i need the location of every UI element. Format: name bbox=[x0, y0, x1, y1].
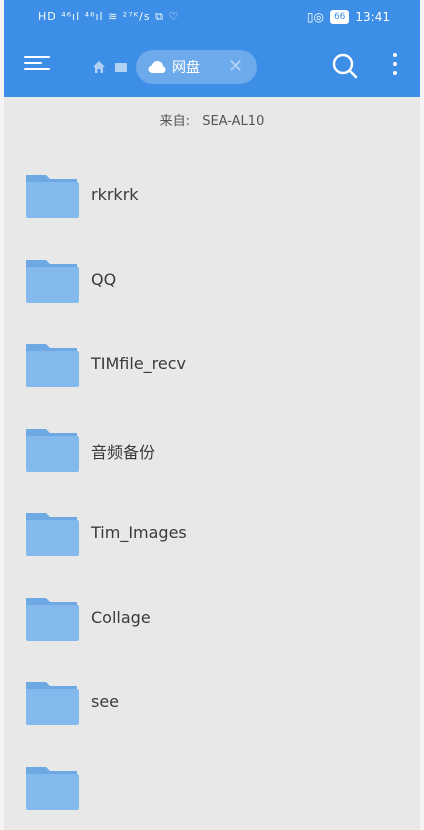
search-icon[interactable] bbox=[330, 51, 360, 81]
breadcrumb: 网盘 ✕ bbox=[92, 50, 258, 84]
folder-name: TIMfile_recv bbox=[91, 354, 186, 373]
folder-name: QQ bbox=[91, 269, 117, 289]
list-item[interactable]: QQ bbox=[4, 235, 420, 320]
list-item[interactable]: see bbox=[4, 657, 420, 742]
list-item[interactable]: Tim_Images bbox=[4, 488, 420, 573]
app-frame: HD ⁴⁶ıl ⁴⁶ıl ≋ ²⁷ᴷ/s ⧉ ♡ ▯◎ 66 13:41 网盘 … bbox=[4, 0, 420, 830]
folder-icon bbox=[26, 597, 79, 641]
folder-name: Tim_Images bbox=[91, 523, 187, 542]
list-item[interactable] bbox=[4, 742, 420, 827]
folder-icon bbox=[26, 175, 79, 218]
folder-icon bbox=[26, 259, 79, 303]
close-icon[interactable]: ✕ bbox=[228, 58, 243, 76]
status-right: ▯◎ 66 13:41 bbox=[307, 10, 390, 24]
source-device: SEA-AL10 bbox=[202, 114, 265, 129]
storage-icon[interactable] bbox=[114, 60, 128, 74]
folder-icon bbox=[26, 513, 79, 556]
folder-name: see bbox=[91, 692, 120, 711]
more-options-icon[interactable] bbox=[388, 50, 402, 80]
list-item[interactable]: rkrkrk bbox=[4, 150, 420, 235]
status-time: 13:41 bbox=[355, 10, 390, 24]
toolbar: 网盘 ✕ bbox=[4, 36, 420, 97]
list-item[interactable]: TIMfile_recv bbox=[4, 319, 420, 404]
folder-name: 音频备份 bbox=[91, 442, 156, 462]
folder-list: rkrkrk QQ TIMfile_recv 音频备份 Tim_Images C… bbox=[4, 150, 420, 826]
folder-name: rkrkrk bbox=[91, 185, 139, 204]
status-indicators: HD ⁴⁶ıl ⁴⁶ıl ≋ ²⁷ᴷ/s ⧉ ♡ bbox=[38, 10, 180, 23]
folder-icon bbox=[26, 428, 79, 472]
list-item[interactable]: Collage bbox=[4, 573, 420, 658]
source-info: 来自: SEA-AL10 bbox=[4, 110, 420, 129]
list-item[interactable]: 音频备份 bbox=[4, 404, 420, 489]
source-label: 来自: bbox=[159, 114, 191, 129]
breadcrumb-label: 网盘 bbox=[172, 60, 200, 76]
home-icon[interactable] bbox=[92, 60, 106, 74]
breadcrumb-cloud-tab[interactable]: 网盘 ✕ bbox=[136, 50, 258, 84]
battery-icon: 66 bbox=[329, 10, 350, 24]
folder-icon bbox=[26, 682, 79, 725]
menu-icon[interactable] bbox=[24, 52, 50, 76]
vibrate-icon: ▯◎ bbox=[306, 10, 324, 24]
header-bar: HD ⁴⁶ıl ⁴⁶ıl ≋ ²⁷ᴷ/s ⧉ ♡ ▯◎ 66 13:41 网盘 … bbox=[4, 0, 420, 97]
folder-icon bbox=[26, 344, 79, 387]
folder-name: Collage bbox=[91, 607, 151, 627]
cloud-icon bbox=[148, 61, 166, 73]
status-bar: HD ⁴⁶ıl ⁴⁶ıl ≋ ²⁷ᴷ/s ⧉ ♡ ▯◎ 66 13:41 bbox=[4, 0, 420, 36]
folder-icon bbox=[26, 766, 79, 810]
